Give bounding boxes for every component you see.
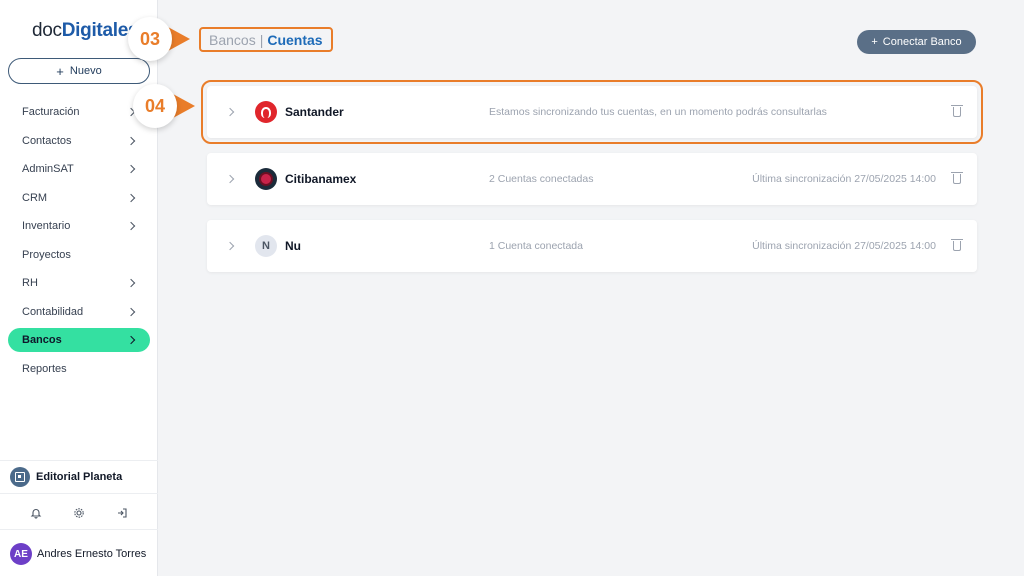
sidebar-item-contactos[interactable]: Contactos (8, 129, 150, 153)
sidebar-item-label: Inventario (22, 220, 71, 232)
building-icon (10, 467, 30, 487)
bank-status: 1 Cuenta conectada (489, 240, 583, 252)
last-sync: Última sincronización 27/05/2025 14:00 (752, 173, 936, 185)
trash-icon[interactable] (951, 239, 963, 251)
sidebar-item-facturacion[interactable]: Facturación (8, 100, 150, 124)
connect-bank-button[interactable]: + Conectar Banco (857, 30, 976, 54)
sidebar-item-label: AdminSAT (22, 163, 74, 175)
new-button[interactable]: + Nuevo (8, 58, 150, 84)
bank-status: 2 Cuentas conectadas (489, 173, 594, 185)
chevron-right-icon[interactable] (225, 107, 235, 117)
utility-bar (0, 500, 158, 530)
bank-card-citibanamex[interactable]: Citibanamex 2 Cuentas conectadas Última … (207, 153, 977, 205)
bank-name: Santander (285, 105, 344, 119)
chevron-right-icon (126, 335, 136, 345)
breadcrumb-accounts: Cuentas (267, 31, 323, 48)
plus-icon: + (871, 36, 878, 48)
sidebar-item-inventario[interactable]: Inventario (8, 214, 150, 238)
sidebar-item-label: Proyectos (22, 248, 71, 261)
citibanamex-logo-icon (255, 168, 277, 190)
user-name: Andres Ernesto Torres (37, 548, 147, 560)
sidebar-item-reportes[interactable]: Reportes (8, 357, 150, 381)
company-name: Editorial Planeta (36, 471, 123, 483)
sidebar-item-label: Contabilidad (22, 305, 84, 318)
sidebar-nav: Facturación Contactos AdminSAT CRM Inven… (8, 100, 150, 385)
chevron-right-icon (126, 136, 136, 145)
sidebar-item-label: Contactos (22, 134, 72, 147)
sidebar-item-label: Bancos (22, 334, 62, 346)
sidebar-item-label: Facturación (22, 106, 80, 118)
santander-logo-icon (255, 101, 277, 123)
chevron-right-icon (126, 164, 136, 174)
app-logo[interactable]: docDigitales (32, 20, 139, 42)
sidebar-item-label: CRM (22, 191, 48, 204)
new-button-label: Nuevo (69, 65, 102, 77)
breadcrumb: Bancos | Cuentas (199, 27, 333, 52)
chevron-right-icon[interactable] (225, 241, 235, 251)
logout-icon[interactable] (116, 507, 128, 522)
bank-status: Estamos sincronizando tus cuentas, en un… (489, 106, 827, 118)
sidebar-item-crm[interactable]: CRM (8, 186, 150, 210)
trash-icon[interactable] (951, 105, 963, 117)
sidebar-item-label: Reportes (22, 362, 67, 375)
logo-bold: Digitales (61, 20, 139, 41)
breadcrumb-banks[interactable]: Bancos (209, 32, 256, 48)
sidebar-item-bancos[interactable]: Bancos (8, 328, 150, 352)
logo-prefix: doc (32, 20, 62, 41)
avatar: AE (10, 543, 32, 565)
sidebar-item-label: RH (22, 277, 38, 289)
bank-card-santander[interactable]: Santander Estamos sincronizando tus cuen… (201, 80, 983, 144)
bank-name: Nu (285, 239, 301, 253)
chevron-right-icon[interactable] (225, 174, 235, 184)
step-badge-04: 04 (133, 84, 195, 128)
chevron-right-icon (126, 278, 136, 288)
trash-icon[interactable] (951, 172, 963, 184)
plus-icon: + (56, 63, 64, 79)
bell-icon[interactable] (30, 507, 42, 522)
sidebar-item-contabilidad[interactable]: Contabilidad (8, 300, 150, 324)
sidebar-item-proyectos[interactable]: Proyectos (8, 243, 150, 267)
chevron-right-icon (126, 307, 136, 316)
connect-bank-label: Conectar Banco (882, 36, 962, 48)
step-badge-03: 03 (128, 17, 190, 61)
chevron-right-icon (126, 193, 136, 202)
breadcrumb-separator: | (259, 31, 264, 48)
chevron-right-icon (126, 221, 136, 231)
sidebar-item-rh[interactable]: RH (8, 271, 150, 295)
company-selector[interactable]: Editorial Planeta (0, 460, 158, 494)
bank-card-nu[interactable]: N Nu 1 Cuenta conectada Última sincroniz… (207, 220, 977, 272)
last-sync: Última sincronización 27/05/2025 14:00 (752, 240, 936, 252)
step-number: 04 (133, 84, 177, 128)
sidebar-item-adminsat[interactable]: AdminSAT (8, 157, 150, 181)
user-profile[interactable]: AE Andres Ernesto Torres (10, 543, 146, 565)
gear-icon[interactable] (73, 507, 85, 522)
nu-logo-icon: N (255, 235, 277, 257)
bank-name: Citibanamex (285, 172, 357, 186)
step-number: 03 (128, 17, 172, 61)
